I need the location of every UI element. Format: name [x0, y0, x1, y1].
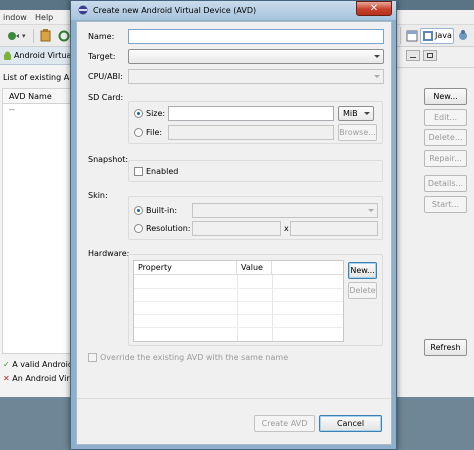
java-icon	[423, 31, 433, 41]
sd-file-label: File:	[146, 128, 163, 137]
grid-line	[134, 288, 343, 289]
name-input[interactable]	[128, 29, 384, 44]
check-icon: ✓	[3, 360, 10, 369]
refresh-button[interactable]: Refresh	[424, 339, 467, 356]
sd-size-unit-value: MiB	[343, 109, 358, 118]
sd-size-radio[interactable]	[134, 109, 143, 118]
chevron-down-icon	[374, 75, 380, 78]
menu-window[interactable]: indow	[3, 13, 27, 22]
avd-name-column-header[interactable]: AVD Name	[9, 92, 52, 101]
maximize-view-button[interactable]	[423, 50, 437, 61]
sd-size-input[interactable]	[168, 106, 334, 121]
avd-manager-title: Android Virtual I	[14, 51, 79, 60]
cancel-button[interactable]: Cancel	[319, 415, 382, 432]
legend-valid-text: A valid Android	[12, 360, 73, 369]
avd-manager-title-bar: Android Virtual I	[0, 47, 80, 65]
open-perspective-icon[interactable]	[406, 30, 418, 42]
hardware-delete-button[interactable]: Delete	[348, 282, 377, 299]
property-column-header[interactable]: Property	[134, 261, 237, 274]
legend-invalid: ✕ An Android Virt	[3, 374, 73, 383]
snapshot-enabled-label: Enabled	[146, 167, 179, 176]
name-label: Name:	[88, 32, 115, 41]
sd-file-input[interactable]	[168, 125, 334, 140]
details-avd-button[interactable]: Details...	[424, 175, 467, 192]
start-avd-button[interactable]: Start...	[424, 196, 467, 213]
android-icon	[4, 51, 11, 60]
toolbar-separator	[400, 27, 401, 44]
grid-line	[134, 301, 343, 302]
override-checkbox[interactable]	[88, 353, 97, 362]
dropdown-arrow-icon[interactable]: ▾	[22, 32, 26, 40]
debug-icon[interactable]	[6, 30, 20, 42]
skin-resolution-radio[interactable]	[134, 224, 143, 233]
target-select[interactable]	[128, 49, 384, 64]
eclipse-icon	[78, 5, 88, 15]
grid-line	[237, 275, 238, 341]
table-header-divider	[134, 274, 343, 275]
panel-divider	[392, 67, 474, 68]
legend-invalid-text: An Android Virt	[12, 374, 73, 383]
java-perspective-label: Java	[435, 31, 452, 40]
table-row[interactable]: --	[9, 105, 15, 114]
legend-valid: ✓ A valid Android	[3, 360, 73, 369]
dialog-title: Create new Android Virtual Device (AVD)	[93, 6, 257, 15]
avd-table[interactable]: --	[2, 104, 78, 354]
resolution-height-input[interactable]	[290, 221, 378, 236]
chevron-down-icon	[368, 209, 374, 212]
skin-builtin-label: Built-in:	[146, 206, 178, 215]
snapshot-label: Snapshot:	[88, 155, 129, 164]
grid-line	[272, 275, 273, 341]
new-project-icon[interactable]	[40, 29, 52, 42]
chevron-down-icon	[374, 55, 380, 58]
chevron-down-icon	[364, 112, 370, 115]
create-avd-button[interactable]: Create AVD	[254, 415, 315, 432]
error-icon: ✕	[3, 374, 10, 383]
refresh-icon[interactable]	[58, 29, 70, 42]
cpu-abi-select[interactable]	[128, 69, 384, 84]
repair-avd-button[interactable]: Repair...	[424, 150, 467, 167]
debug-perspective-icon[interactable]	[457, 29, 470, 42]
browse-button[interactable]: Browse...	[338, 124, 377, 141]
sd-size-unit-select[interactable]: MiB	[338, 106, 374, 121]
footer-divider	[77, 398, 391, 399]
cpu-abi-label: CPU/ABI:	[88, 72, 123, 81]
minimize-view-button[interactable]	[406, 50, 420, 61]
grid-line	[134, 327, 343, 328]
skin-builtin-radio[interactable]	[134, 206, 143, 215]
target-label: Target:	[88, 52, 116, 61]
snapshot-enabled-checkbox[interactable]	[134, 167, 143, 176]
close-icon: ✕	[369, 3, 379, 14]
menu-help[interactable]: Help	[35, 13, 53, 22]
new-avd-button[interactable]: New...	[424, 88, 467, 105]
close-button[interactable]: ✕	[356, 1, 392, 16]
sd-size-label: Size:	[146, 109, 166, 118]
delete-avd-button[interactable]: Delete...	[424, 129, 467, 146]
override-label: Override the existing AVD with the same …	[100, 353, 289, 362]
avd-table-header: AVD Name	[2, 88, 78, 104]
edit-avd-button[interactable]: Edit...	[424, 109, 467, 126]
java-perspective-button[interactable]: Java	[420, 28, 454, 44]
sd-file-radio[interactable]	[134, 128, 143, 137]
grid-line	[134, 314, 343, 315]
hardware-new-button[interactable]: New...	[348, 262, 377, 279]
hardware-label: Hardware:	[88, 249, 130, 258]
skin-label: Skin:	[88, 191, 108, 200]
resolution-width-input[interactable]	[192, 221, 281, 236]
resolution-separator: x	[284, 224, 289, 233]
value-column-header[interactable]: Value	[237, 261, 272, 274]
skin-builtin-select[interactable]	[192, 203, 378, 218]
skin-resolution-label: Resolution:	[146, 224, 191, 233]
toolbar-separator	[33, 29, 34, 43]
sd-card-label: SD Card:	[88, 93, 124, 102]
